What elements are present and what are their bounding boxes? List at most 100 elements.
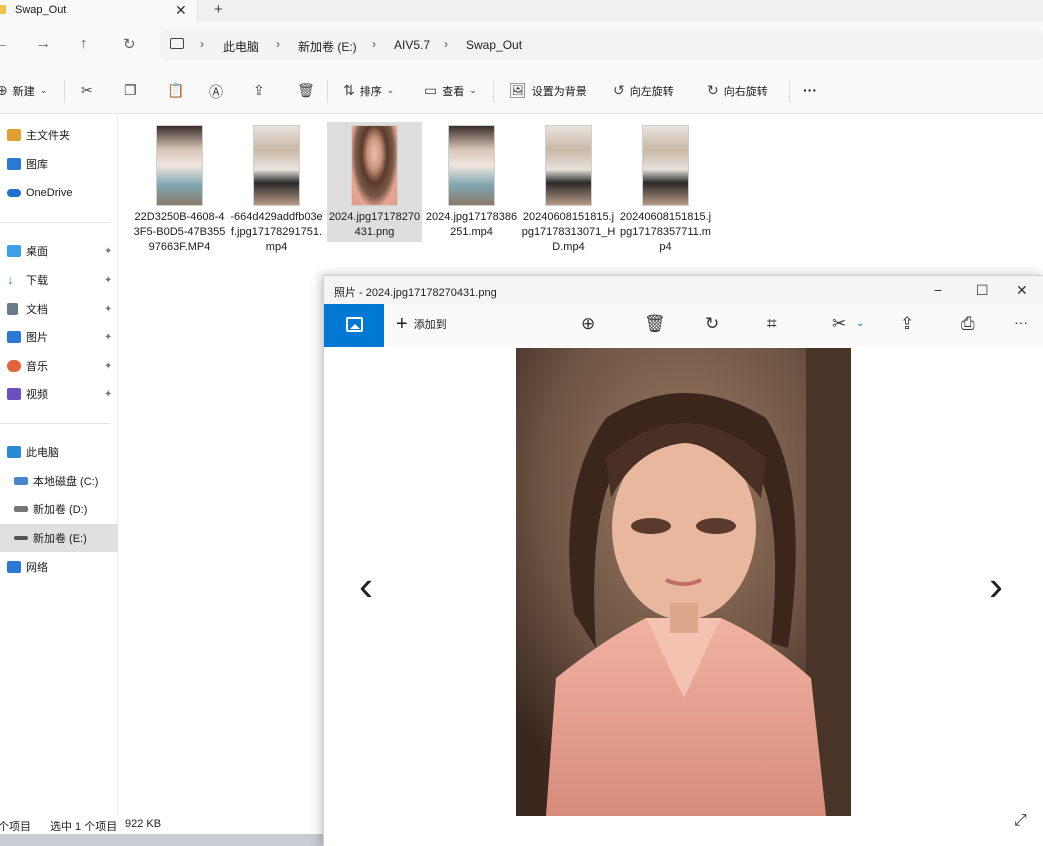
chevron-down-icon: ⌄: [386, 85, 395, 95]
computer-icon: [170, 38, 184, 49]
zoom-in-icon[interactable]: ⊕: [581, 314, 595, 334]
pin-icon[interactable]: ✦: [104, 304, 112, 315]
new-tab-button[interactable]: +: [214, 1, 223, 18]
sidebar-item-drive-c[interactable]: 本地磁盘 (C:): [0, 467, 118, 495]
sort-button[interactable]: ⇅ 排序 ⌄: [343, 82, 394, 99]
rotate-right-button[interactable]: ↻ 向右旋转: [707, 82, 768, 99]
share-icon[interactable]: ⇪: [900, 314, 914, 334]
file-name: 2024.jpg17178270431.png: [328, 211, 421, 238]
rotate-left-button[interactable]: ↺ 向左旋转: [613, 82, 674, 99]
fullscreen-button[interactable]: ⤢: [1014, 812, 1027, 830]
navigation-pane: 主文件夹 图库 OneDrive 桌面 ✦ ↓ 下载 ✦ 文档 ✦ 图片 ✦ 音…: [0, 114, 118, 814]
music-icon: [7, 360, 21, 372]
view-photo-button[interactable]: [324, 304, 384, 347]
sidebar-item-pictures[interactable]: 图片 ✦: [0, 323, 118, 351]
sidebar-item-music[interactable]: 音乐 ✦: [0, 352, 118, 380]
sidebar-item-documents[interactable]: 文档 ✦: [0, 295, 118, 323]
gallery-icon: [7, 158, 21, 170]
minimize-button[interactable]: −: [934, 282, 942, 298]
tab-swap-out[interactable]: Swap_Out ✕: [0, 0, 198, 22]
file-name: -664d429addfb03ef.jpg17178291751.mp4: [230, 211, 323, 253]
print-icon[interactable]: ⎙: [961, 314, 975, 334]
sidebar-item-drive-d[interactable]: 新加卷 (D:): [0, 495, 118, 523]
sidebar-item-label: 本地磁盘 (C:): [33, 476, 99, 488]
new-label: 新建: [12, 85, 35, 98]
sidebar-item-label: 此电脑: [26, 447, 59, 459]
more-options-icon[interactable]: ···: [1014, 314, 1028, 330]
back-button[interactable]: ←: [0, 35, 9, 52]
wallpaper-icon: 🖼: [509, 82, 527, 98]
close-window-button[interactable]: ✕: [1016, 282, 1028, 299]
sidebar-item-label: 音乐: [26, 361, 48, 373]
add-to-label: 添加到: [413, 319, 447, 331]
address-row: ← → ↑ ↻ › 此电脑 › 新加卷 (E:) › AIV5.7 › Swap…: [0, 22, 1043, 68]
rotate-icon[interactable]: ↻: [705, 314, 719, 334]
pin-icon[interactable]: ✦: [104, 389, 112, 400]
video-thumbnail: [642, 125, 689, 206]
address-bar[interactable]: › 此电脑 › 新加卷 (E:) › AIV5.7 › Swap_Out: [160, 30, 1043, 60]
maximize-button[interactable]: ☐: [976, 282, 989, 299]
sidebar-item-drive-e[interactable]: 新加卷 (E:): [0, 524, 118, 552]
sidebar-item-this-pc[interactable]: 此电脑: [0, 438, 118, 466]
rename-button[interactable]: Ⓐ: [209, 82, 223, 102]
sidebar-item-label: 主文件夹: [26, 130, 70, 142]
breadcrumb-aiv[interactable]: AIV5.7: [394, 38, 430, 52]
video-thumbnail: [545, 125, 592, 206]
sidebar-divider: [0, 423, 110, 424]
photos-viewer-window: 照片 - 2024.jpg17178270431.png − ☐ ✕ + 添加到…: [323, 275, 1043, 846]
pin-icon[interactable]: ✦: [104, 275, 112, 286]
edit-icon[interactable]: ✂: [832, 314, 846, 334]
chevron-down-icon[interactable]: ⌄: [856, 318, 864, 329]
folder-icon: [0, 5, 6, 14]
view-label: 查看: [442, 85, 465, 98]
file-name: 20240608151815.jpg17178313071_HD.mp4: [521, 211, 616, 253]
breadcrumb-drive-e[interactable]: 新加卷 (E:): [298, 38, 357, 55]
photo-viewport: ‹ › ⤢: [324, 347, 1043, 846]
trash-icon: 🗑: [297, 82, 315, 98]
toolbar-divider: [327, 80, 328, 102]
up-button[interactable]: ↑: [80, 35, 88, 52]
close-tab-icon[interactable]: ✕: [175, 2, 187, 19]
cut-button[interactable]: ✂: [81, 82, 93, 99]
breadcrumb-separator: ›: [444, 37, 448, 51]
pin-icon[interactable]: ✦: [104, 361, 112, 372]
sidebar-item-label: 下载: [26, 275, 48, 287]
sidebar-item-downloads[interactable]: ↓ 下载 ✦: [0, 266, 118, 294]
view-icon: ▭: [424, 82, 438, 98]
image-thumbnail: [351, 125, 398, 206]
paste-button[interactable]: 📋: [167, 82, 184, 99]
share-button[interactable]: ⇪: [253, 82, 265, 99]
toolbar-divider: [64, 80, 65, 102]
add-to-button[interactable]: + 添加到: [396, 314, 447, 334]
sort-icon: ⇅: [343, 82, 355, 98]
view-button[interactable]: ▭ 查看 ⌄: [424, 82, 477, 99]
more-options-button[interactable]: ···: [803, 82, 817, 98]
forward-button[interactable]: →: [36, 35, 51, 52]
sidebar-item-home[interactable]: 主文件夹: [0, 121, 118, 149]
delete-button[interactable]: 🗑: [297, 82, 315, 99]
sidebar-item-desktop[interactable]: 桌面 ✦: [0, 237, 118, 265]
sidebar-item-network[interactable]: 网络: [0, 553, 118, 581]
sidebar-item-onedrive[interactable]: OneDrive: [0, 179, 118, 207]
new-button[interactable]: ⊕ 新建 ⌄: [0, 82, 47, 99]
breadcrumb-swap-out[interactable]: Swap_Out: [466, 38, 522, 52]
next-photo-button[interactable]: ›: [989, 562, 1003, 610]
copy-button[interactable]: ❐: [124, 82, 137, 99]
pin-icon[interactable]: ✦: [104, 246, 112, 257]
breadcrumb-pc[interactable]: 此电脑: [223, 38, 259, 55]
paste-icon: 📋: [167, 82, 185, 98]
sidebar-item-label: 新加卷 (E:): [33, 533, 87, 545]
set-background-button[interactable]: 🖼 设置为背景: [509, 82, 587, 99]
rotate-right-label: 向右旋转: [723, 85, 768, 98]
refresh-button[interactable]: ↻: [123, 35, 136, 53]
previous-photo-button[interactable]: ‹: [359, 562, 373, 610]
delete-icon[interactable]: 🗑: [644, 314, 666, 334]
sidebar-item-videos[interactable]: 视频 ✦: [0, 380, 118, 408]
file-name: 20240608151815.jpg17178357711.mp4: [619, 211, 712, 253]
crop-icon[interactable]: ⌗: [767, 314, 777, 334]
sidebar-item-label: 图片: [26, 332, 48, 344]
sidebar-item-gallery[interactable]: 图库: [0, 150, 118, 178]
tab-bar: Swap_Out ✕ +: [0, 0, 1043, 22]
drive-icon: [14, 477, 28, 485]
pin-icon[interactable]: ✦: [104, 332, 112, 343]
